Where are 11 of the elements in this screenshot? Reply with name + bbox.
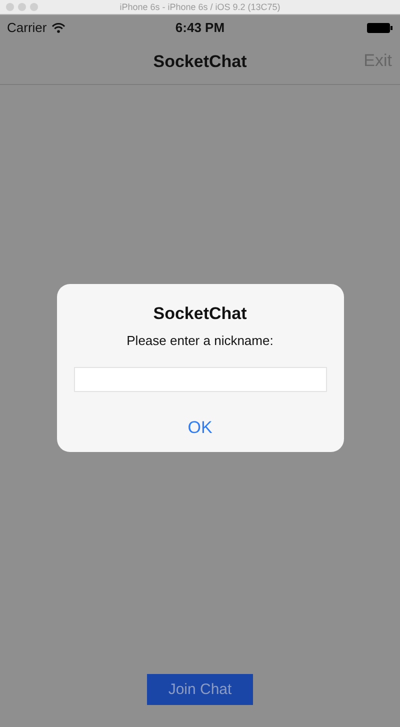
status-time: 6:43 PM — [175, 20, 225, 35]
wifi-icon — [52, 22, 65, 32]
window-title: iPhone 6s - iPhone 6s / iOS 9.2 (13C75) — [120, 2, 280, 12]
alert-message: Please enter a nickname: — [126, 333, 274, 348]
join-chat-button[interactable]: Join Chat — [147, 674, 253, 705]
battery-icon — [367, 22, 393, 32]
carrier-label: Carrier — [7, 20, 47, 35]
nav-title: SocketChat — [153, 52, 247, 72]
ok-button[interactable]: OK — [178, 414, 222, 442]
alert-title: SocketChat — [153, 304, 247, 324]
nickname-field[interactable] — [74, 367, 326, 392]
